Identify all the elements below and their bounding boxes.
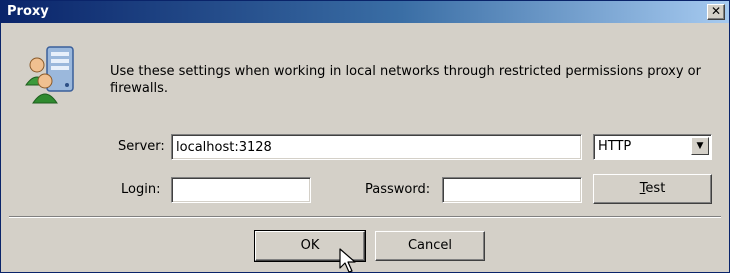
server-input[interactable] [171,134,582,160]
title-bar[interactable]: Proxy ✕ [1,1,729,23]
password-input[interactable] [442,177,582,203]
protocol-select[interactable]: HTTP ▼ [593,134,712,160]
separator-line [9,216,721,218]
window-title: Proxy [7,4,49,19]
cancel-button[interactable]: Cancel [375,231,485,261]
protocol-selected-value: HTTP [598,139,632,154]
dropdown-arrow-button[interactable]: ▼ [691,137,709,155]
server-label: Server: [118,139,165,154]
login-label: Login: [121,182,161,197]
chevron-down-icon: ▼ [696,141,704,151]
test-button[interactable]: Test [593,174,712,204]
mouse-pointer-icon [339,248,356,273]
test-label-suffix: est [645,181,666,196]
network-users-server-icon [25,46,74,104]
close-icon: ✕ [710,4,722,18]
close-button[interactable]: ✕ [707,4,725,20]
login-input[interactable] [171,177,311,203]
password-label: Password: [365,182,431,197]
proxy-dialog: Proxy ✕ Use these settings when working … [0,0,730,273]
description-text: Use these settings when working in local… [110,64,701,96]
